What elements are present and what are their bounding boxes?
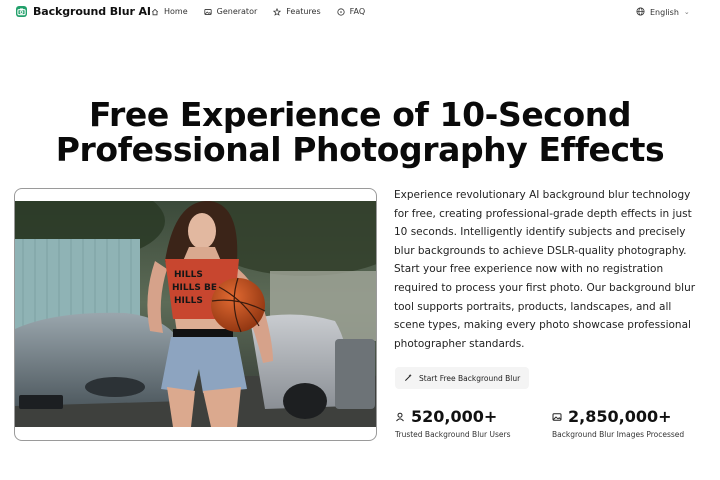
image-icon (552, 407, 562, 426)
nav-links: Home Generator Features FAQ (151, 7, 365, 16)
cta-label: Start Free Background Blur (419, 373, 521, 383)
chevron-down-icon: ⌄ (683, 8, 690, 16)
star-icon (273, 7, 282, 16)
top-navbar: Background Blur AI Home Generator Featur… (0, 0, 720, 26)
stat-label: Trusted Background Blur Users (395, 430, 511, 439)
nav-link-home[interactable]: Home (151, 7, 188, 16)
user-icon (395, 407, 405, 426)
svg-text:HILLS BE: HILLS BE (172, 283, 217, 293)
hero-title-line-2: Professional Photography Effects (55, 130, 665, 169)
language-selector[interactable]: English ⌄ (630, 3, 696, 21)
nav-link-label: Home (164, 7, 188, 16)
brand-name: Background Blur AI (33, 5, 151, 18)
stat-images: 2,850,000+ Background Blur Images Proces… (552, 407, 684, 439)
nav-link-generator[interactable]: Generator (204, 7, 258, 16)
nav-link-features[interactable]: Features (273, 7, 321, 16)
nav-link-faq[interactable]: FAQ (337, 7, 366, 16)
hero-description: Experience revolutionary AI background b… (394, 189, 696, 350)
hero-title-line-1: Free Experience of 10-Second (88, 95, 632, 134)
help-icon (337, 7, 345, 16)
language-label: English (650, 7, 679, 17)
image-icon (204, 8, 212, 16)
start-background-blur-button[interactable]: Start Free Background Blur (395, 367, 530, 389)
svg-text:HILLS: HILLS (174, 270, 203, 280)
stat-value: 520,000+ (411, 407, 498, 426)
nav-link-label: Features (286, 7, 321, 16)
stat-value: 2,850,000+ (568, 407, 672, 426)
demo-photo: HILLS HILLS BE HILLS (15, 201, 376, 427)
globe-icon (636, 6, 645, 18)
nav-link-label: Generator (216, 7, 258, 16)
stat-users: 520,000+ Trusted Background Blur Users (395, 407, 511, 439)
hero-title: Free Experience of 10-Second Professiona… (0, 97, 720, 167)
brand[interactable]: Background Blur AI (16, 5, 151, 18)
wand-icon (404, 373, 413, 384)
stat-label: Background Blur Images Processed (552, 430, 685, 439)
nav-link-label: FAQ (349, 7, 366, 16)
demo-image-card: HILLS HILLS BE HILLS (14, 188, 377, 441)
home-icon (151, 8, 159, 16)
svg-text:HILLS: HILLS (174, 296, 203, 306)
camera-icon (16, 6, 27, 17)
